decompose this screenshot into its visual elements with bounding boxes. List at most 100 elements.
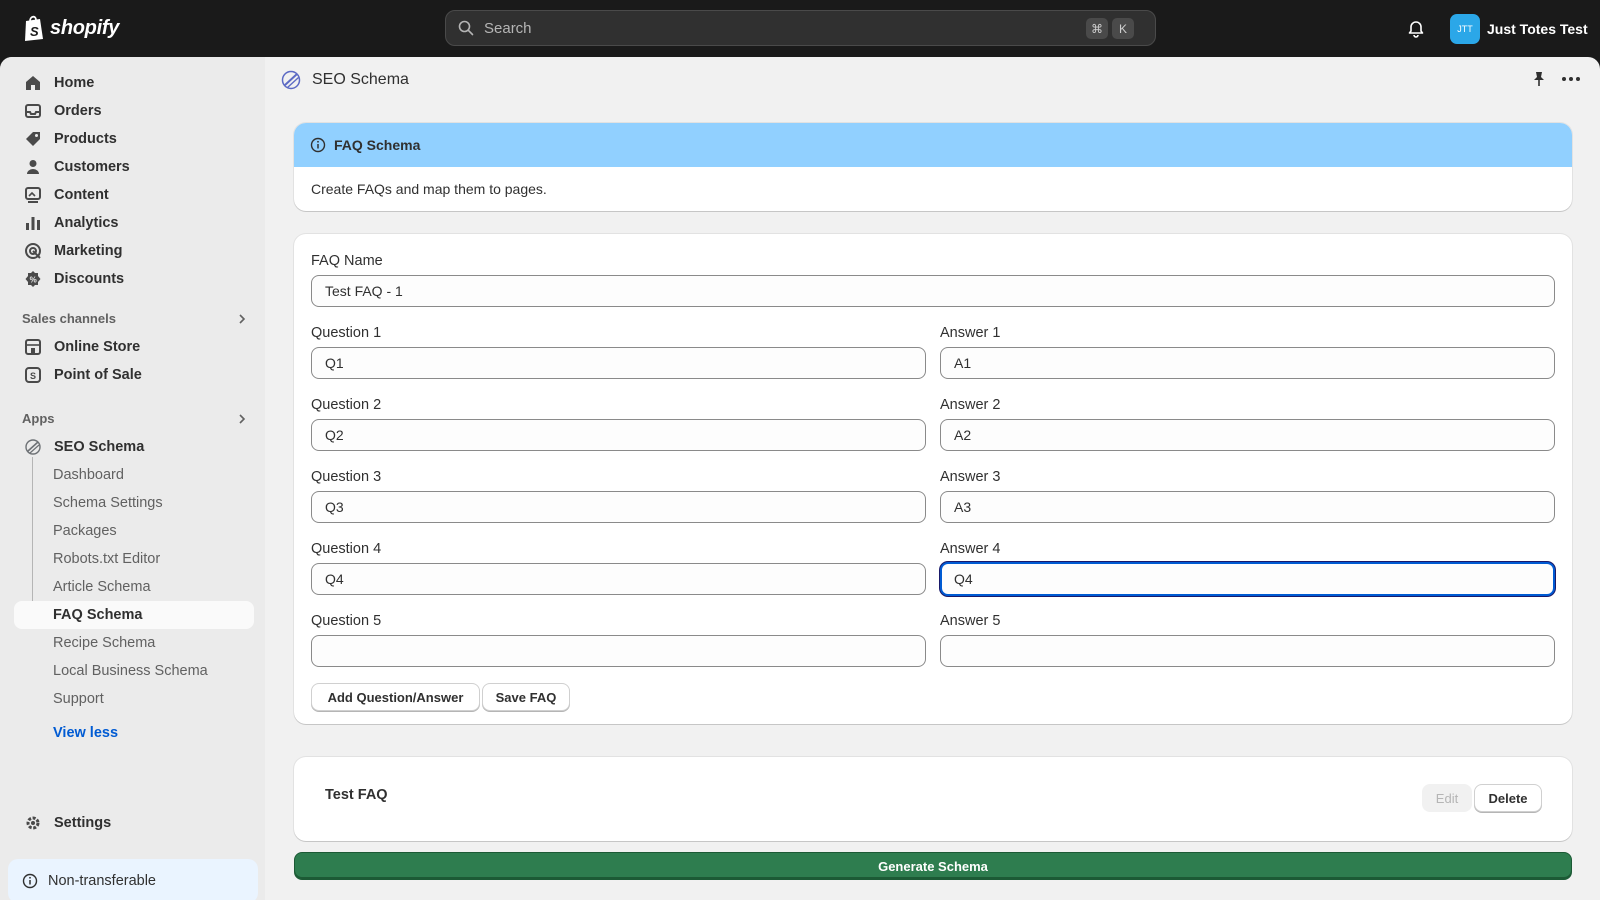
edit-button[interactable]: Edit (1422, 784, 1472, 812)
sidebar: Home Orders Products Customers Content A… (0, 57, 265, 900)
sidebar-subitem-schema-settings[interactable]: Schema Settings (14, 489, 254, 517)
answer-4-label: Answer 4 (940, 541, 1001, 557)
answer-5-input[interactable] (940, 635, 1555, 667)
sidebar-subitem-robots-editor[interactable]: Robots.txt Editor (14, 545, 254, 573)
faq-name-label: FAQ Name (311, 253, 383, 269)
sidebar-subitem-faq-schema[interactable]: FAQ Schema (14, 601, 254, 629)
bell-icon[interactable] (1406, 18, 1426, 38)
sidebar-subitem-local-business-schema[interactable]: Local Business Schema (14, 657, 254, 685)
sidebar-item-analytics[interactable]: Analytics (14, 209, 254, 237)
store-icon (25, 339, 41, 355)
answer-2-input[interactable] (940, 419, 1555, 451)
banner-description: Create FAQs and map them to pages. (311, 181, 547, 197)
question-4-input[interactable] (311, 563, 926, 595)
top-bar: S shopify Search ⌘ K JTT Just Totes Test (0, 0, 1600, 57)
sidebar-item-label: Products (54, 131, 117, 147)
saved-faq-name: Test FAQ (325, 787, 388, 803)
avatar: JTT (1450, 14, 1480, 44)
answer-5-label: Answer 5 (940, 613, 1001, 629)
generate-schema-button[interactable]: Generate Schema (294, 852, 1572, 880)
sidebar-item-label: Marketing (54, 243, 123, 259)
chevron-right-icon (239, 313, 246, 324)
svg-text:S: S (30, 371, 36, 381)
shortcut-k-key: K (1112, 18, 1134, 39)
chevron-right-icon (239, 413, 246, 424)
sidebar-item-customers[interactable]: Customers (14, 153, 254, 181)
sidebar-subitem-packages[interactable]: Packages (14, 517, 254, 545)
bar-chart-icon (26, 217, 40, 230)
add-question-answer-button[interactable]: Add Question/Answer (311, 683, 480, 711)
save-faq-button[interactable]: Save FAQ (482, 683, 570, 711)
section-label: Sales channels (22, 311, 116, 326)
answer-4-input[interactable] (940, 562, 1555, 596)
page-title: SEO Schema (312, 71, 409, 88)
faq-schema-banner: FAQ Schema Create FAQs and map them to p… (294, 123, 1572, 211)
more-actions-icon[interactable] (1560, 69, 1582, 89)
faq-name-input[interactable] (311, 275, 1555, 307)
shopify-bag-icon: S (25, 15, 43, 41)
sidebar-item-seo-schema[interactable]: SEO Schema (14, 433, 254, 461)
question-4-label: Question 4 (311, 541, 382, 557)
question-2-input[interactable] (311, 419, 926, 451)
sidebar-item-products[interactable]: Products (14, 125, 254, 153)
pin-icon[interactable] (1530, 70, 1548, 88)
sales-channels-header[interactable]: Sales channels (22, 311, 248, 326)
question-3-input[interactable] (311, 491, 926, 523)
question-1-label: Question 1 (311, 325, 382, 341)
gear-icon (26, 816, 40, 830)
sidebar-item-label: Analytics (54, 215, 119, 231)
person-icon (27, 160, 39, 174)
pos-icon: S (25, 367, 41, 383)
svg-text:%: % (30, 275, 37, 284)
sidebar-item-label: Orders (54, 103, 102, 119)
answer-3-input[interactable] (940, 491, 1555, 523)
sidebar-item-orders[interactable]: Orders (14, 97, 254, 125)
section-label: Apps (22, 411, 55, 426)
answer-1-input[interactable] (940, 347, 1555, 379)
store-name: Just Totes Test (1487, 21, 1588, 37)
sidebar-item-label: SEO Schema (54, 439, 145, 455)
sidebar-item-online-store[interactable]: Online Store (14, 333, 254, 361)
sidebar-subitem-article-schema[interactable]: Article Schema (14, 573, 254, 601)
sidebar-item-label: Settings (54, 815, 112, 831)
question-5-input[interactable] (311, 635, 926, 667)
sidebar-item-point-of-sale[interactable]: S Point of Sale (14, 361, 254, 389)
sidebar-item-home[interactable]: Home (14, 69, 254, 97)
seo-schema-icon (25, 439, 41, 455)
delete-button[interactable]: Delete (1474, 784, 1542, 812)
home-icon (26, 76, 40, 90)
tag-icon (26, 132, 40, 146)
view-less-link[interactable]: View less (53, 725, 118, 741)
sidebar-item-label: Point of Sale (54, 367, 142, 383)
shortcut-cmd-key: ⌘ (1086, 18, 1108, 39)
question-1-input[interactable] (311, 347, 926, 379)
brand-name: shopify (50, 16, 120, 39)
answer-1-label: Answer 1 (940, 325, 1001, 341)
sidebar-subitem-dashboard[interactable]: Dashboard (14, 461, 254, 489)
banner-header: FAQ Schema (294, 123, 1572, 167)
question-3-label: Question 3 (311, 469, 382, 485)
shopify-logo[interactable]: S shopify (22, 14, 119, 42)
non-transferable-label: Non-transferable (48, 873, 156, 889)
info-icon (310, 137, 326, 153)
search-bar[interactable]: Search ⌘ K (445, 10, 1156, 46)
apps-header[interactable]: Apps (22, 411, 248, 426)
sidebar-item-content[interactable]: Content (14, 181, 254, 209)
sidebar-item-settings[interactable]: Settings (14, 809, 254, 837)
faq-form-card: FAQ Name Question 1 Answer 1 Question 2 … (294, 234, 1572, 724)
sidebar-item-discounts[interactable]: % Discounts (14, 265, 254, 293)
answer-2-label: Answer 2 (940, 397, 1001, 413)
sidebar-item-label: Customers (54, 159, 130, 175)
saved-faq-card: Test FAQ Edit Delete (294, 757, 1572, 841)
inbox-icon (25, 104, 41, 118)
store-menu[interactable]: JTT Just Totes Test (1450, 14, 1588, 44)
sidebar-subitem-support[interactable]: Support (14, 685, 254, 713)
sidebar-item-marketing[interactable]: Marketing (14, 237, 254, 265)
answer-3-label: Answer 3 (940, 469, 1001, 485)
search-placeholder: Search (484, 19, 532, 37)
search-icon (458, 20, 474, 36)
sidebar-subitem-recipe-schema[interactable]: Recipe Schema (14, 629, 254, 657)
sidebar-item-label: Discounts (54, 271, 125, 287)
seo-schema-icon (281, 70, 301, 90)
non-transferable-banner[interactable]: Non-transferable (8, 859, 258, 900)
